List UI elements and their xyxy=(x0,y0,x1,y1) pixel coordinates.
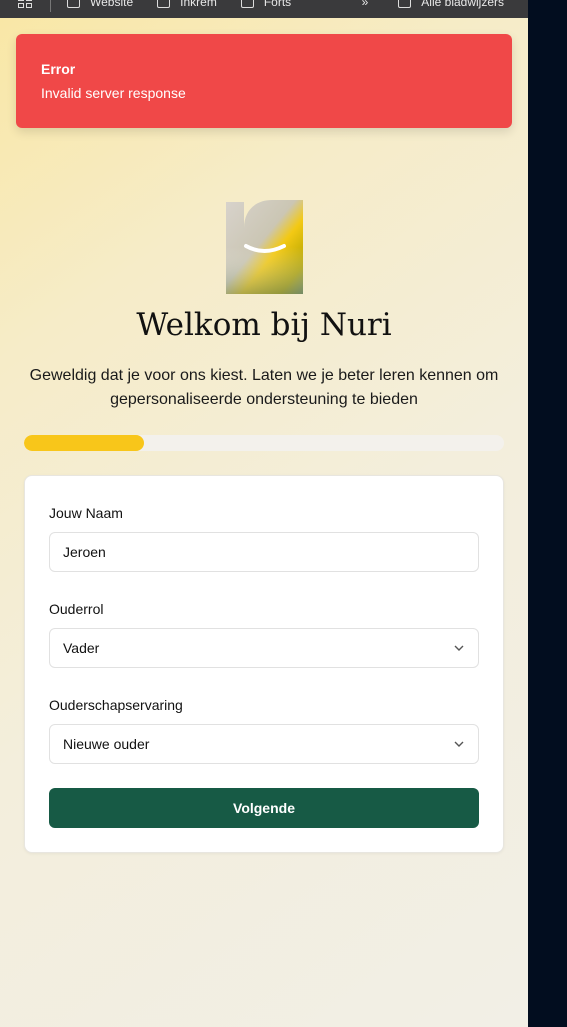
experience-label: Ouderschapservaring xyxy=(49,697,183,713)
bookmark-label: Inkrem xyxy=(180,0,217,9)
bookmark-label: Forts xyxy=(263,0,292,9)
bookmarks-overflow-button[interactable]: » xyxy=(362,0,369,9)
browser-side-strip xyxy=(528,0,567,1027)
folder-icon xyxy=(67,0,80,8)
bookmark-label: Website xyxy=(90,0,134,9)
bookmarks-separator xyxy=(50,0,51,12)
bookmark-item[interactable]: Website xyxy=(67,0,133,9)
role-selected-value: Vader xyxy=(63,640,100,656)
role-select[interactable]: Vader xyxy=(49,628,479,668)
error-toast[interactable]: Error Invalid server response xyxy=(16,34,512,128)
role-label: Ouderrol xyxy=(49,601,104,617)
folder-icon xyxy=(240,0,254,8)
page-title: Welkom bij Nuri xyxy=(136,307,392,343)
bookmark-item[interactable]: Inkrem xyxy=(157,0,217,9)
folder-icon xyxy=(398,0,412,8)
onboarding-form-card: Jouw Naam Ouderrol Vader Ouderschapserva… xyxy=(24,475,504,853)
page-subtitle: Geweldig dat je voor ons kiest. Laten we… xyxy=(29,367,499,408)
name-input[interactable] xyxy=(49,532,479,572)
onboarding-progress-bar xyxy=(24,435,504,451)
bookmark-label: Alle bladwijzers xyxy=(421,0,504,9)
experience-selected-value: Nieuwe ouder xyxy=(63,736,150,752)
folder-icon xyxy=(157,0,171,8)
next-button[interactable]: Volgende xyxy=(49,788,479,828)
onboarding-page: Error Invalid server response Welkom bij… xyxy=(0,18,528,1027)
chevron-down-icon xyxy=(454,645,464,651)
progress-fill xyxy=(24,435,144,451)
chevron-down-icon xyxy=(454,741,464,747)
bookmarks-bar: Website Inkrem Forts » Alle bladwijzers xyxy=(0,0,528,18)
toast-title: Error xyxy=(41,61,76,77)
bookmark-item[interactable]: Forts xyxy=(240,0,292,9)
toast-message: Invalid server response xyxy=(41,85,186,101)
name-label: Jouw Naam xyxy=(49,505,123,521)
nuri-logo-icon xyxy=(226,200,303,294)
apps-grid-icon[interactable] xyxy=(18,0,32,8)
experience-select[interactable]: Nieuwe ouder xyxy=(49,724,479,764)
all-bookmarks-item[interactable]: Alle bladwijzers xyxy=(398,0,504,9)
